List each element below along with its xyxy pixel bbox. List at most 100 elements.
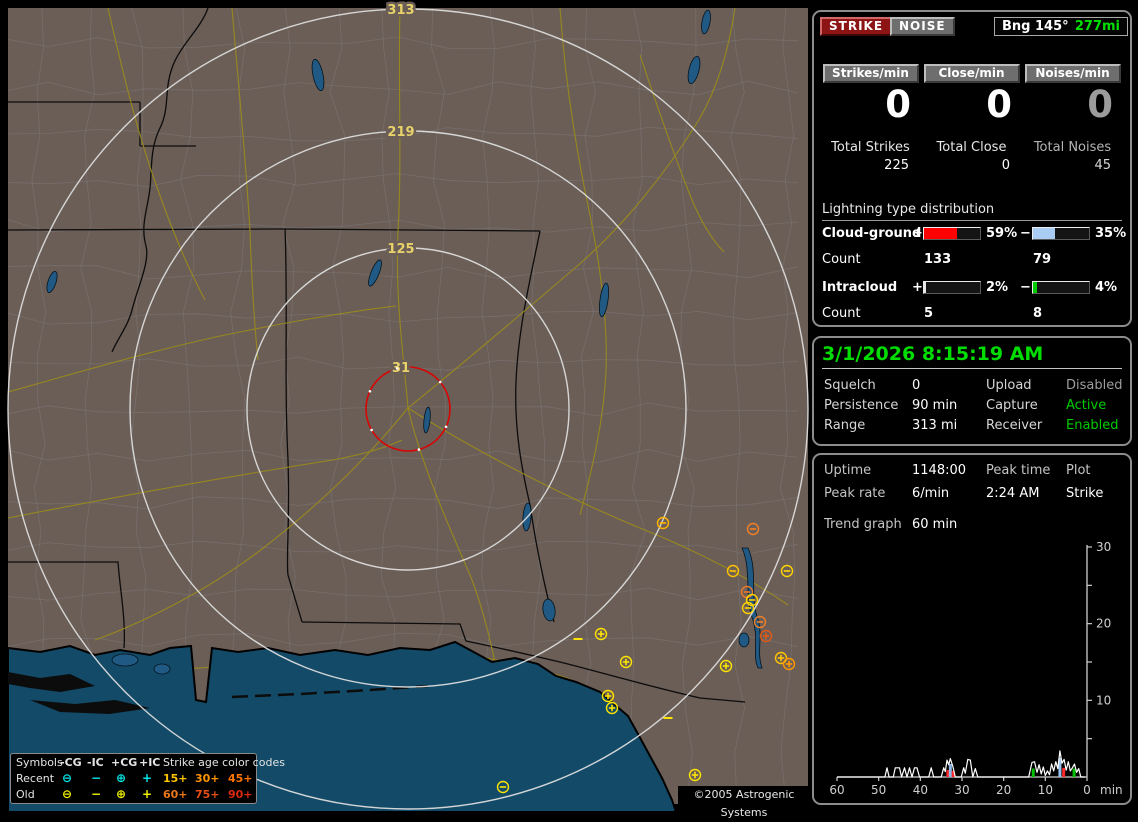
trend-marker-bar [1031,768,1035,777]
strikes-column: Strikes/min 0 Total Strikes 225 [820,64,921,184]
status-row: Persistence 90 min Capture Active [814,398,1130,415]
cg-positive-bar [923,227,981,240]
cloud-ground-row: Cloud-ground + 59% − 35% [814,226,1130,242]
range-value: 313 mi [912,418,958,433]
squelch-label: Squelch [824,378,876,393]
ic-positive-bar [923,281,981,294]
ring-label-31: 31 [392,361,410,376]
plot-label: Plot [1066,463,1091,478]
legend-row-old: Old [16,788,35,801]
total-close-label: Total Close [936,140,1007,155]
legend-col-+cg: +CG [111,756,138,769]
uptime-label: Uptime [824,463,872,478]
bearing-label: Bng 145° [1002,19,1069,34]
trend-graph: 10 20 30 60 50 40 30 20 10 0 min [829,540,1123,797]
close-per-min-button[interactable]: Close/min [923,64,1020,83]
close-per-min-value: 0 [986,83,1012,126]
receiver-label: Receiver [986,418,1043,433]
capture-label: Capture [986,398,1038,413]
capture-status: Active [1066,398,1107,413]
total-strikes-value: 225 [884,158,909,173]
recent-cg-minus-icon: ⊖ [62,771,73,785]
status-panel: 3/1/2026 8:15:19 AM Squelch 0 Upload Dis… [812,336,1132,446]
intracloud-label: Intracloud [822,280,898,295]
cg-negative-count: 79 [1033,252,1052,267]
trend-y-tick: 30 [1096,540,1111,554]
ic-positive-pct: 2% [986,280,1009,295]
symbol-legend: Symbols -CG -IC +CG +IC Strike age color… [10,753,285,804]
total-close-value: 0 [1001,158,1010,173]
strikes-per-min-value: 0 [885,83,911,126]
strike-stats-panel: STRIKE NOISE Bng 145° 277mi Strikes/min … [812,10,1132,327]
legend-row-recent: Recent [16,772,55,785]
age-60: 60+ [163,788,188,801]
ic-negative-pct: 4% [1095,280,1118,295]
intracloud-count-row: Count 5 8 [814,306,1130,322]
ring-label-219: 219 [387,125,414,140]
upload-label: Upload [986,378,1032,393]
count-label: Count [822,306,861,321]
recent-ic-plus-icon: + [142,771,153,785]
age-45: 45+ [228,772,253,785]
strikes-per-min-button[interactable]: Strikes/min [822,64,919,83]
intracloud-row: Intracloud + 2% − 4% [814,280,1130,296]
peak-rate-label: Peak rate [824,486,886,501]
cloud-ground-label: Cloud-ground [822,226,922,241]
legend-col--cg: -CG [60,756,82,769]
trend-graph-label: Trend graph [824,517,902,532]
age-30: 30+ [195,772,220,785]
app-window: 313 219 125 31 Symbols -CG -IC +CG +IC Stri… [0,0,1138,819]
lightning-map[interactable]: 313 219 125 31 Symbols -CG -IC +CG +IC Stri… [0,0,810,819]
trend-x-tick: 20 [996,783,1011,797]
trend-y-tick: 10 [1096,693,1111,707]
trend-x-unit: min [1100,783,1123,797]
noises-per-min-button[interactable]: Noises/min [1024,64,1121,83]
minus-sign: − [1020,280,1031,295]
peak-time-label: Peak time [986,463,1051,478]
ring-label-125: 125 [387,242,414,257]
trend-graph-value: 60 min [912,517,958,532]
legend-col-+ic: +IC [139,756,161,769]
total-noises-label: Total Noises [1033,140,1112,155]
copyright-label: ©2005 Astrogenic Systems [678,786,810,819]
status-row: Squelch 0 Upload Disabled [814,378,1130,395]
cg-negative-pct: 35% [1095,226,1127,241]
plus-sign: + [912,226,923,241]
rate-columns: Strikes/min 0 Total Strikes 225 Close/mi… [820,64,1124,184]
old-cg-plus-icon: ⊕ [116,787,127,801]
cloud-ground-count-row: Count 133 79 [814,252,1130,268]
age-15: 15+ [163,772,188,785]
range-label: Range [824,418,866,433]
trend-panel: Uptime 1148:00 Peak time Plot Peak rate … [812,453,1132,805]
status-row: Range 313 mi Receiver Enabled [814,418,1130,435]
trend-marker-bar [948,763,952,777]
persistence-value: 90 min [912,398,958,413]
ring-label-313: 313 [387,3,414,18]
trend-line-strikes-per-min [837,750,1085,778]
age-75: 75+ [195,788,220,801]
distribution-title: Lightning type distribution [822,202,1122,221]
ic-negative-bar [1032,281,1090,294]
noise-mode-button[interactable]: NOISE [890,17,955,36]
trend-x-tick: 10 [1038,783,1053,797]
uptime-row: Uptime 1148:00 Peak time Plot [814,463,1130,480]
trend-marker-bar [1062,767,1066,777]
noises-per-min-value: 0 [1087,83,1113,126]
recent-ic-minus-icon: − [91,771,102,785]
noises-column: Noises/min 0 Total Noises 45 [1022,64,1123,184]
trend-x-tick: 30 [954,783,969,797]
close-column: Close/min 0 Total Close 0 [921,64,1022,184]
trend-graph-row: Trend graph 60 min [814,517,1130,534]
plot-value: Strike [1066,486,1104,501]
map-canvas[interactable]: 313 219 125 31 [0,0,810,812]
persistence-label: Persistence [824,398,899,413]
bearing-distance: 277mi [1074,19,1120,34]
ic-positive-count: 5 [924,306,934,321]
strike-mode-button[interactable]: STRIKE [820,17,893,36]
ic-negative-count: 8 [1033,306,1043,321]
trend-marker-bar [1072,768,1076,777]
plus-sign: + [912,280,923,295]
minus-sign: − [1020,226,1031,241]
upload-status: Disabled [1066,378,1123,393]
cg-negative-bar [1032,227,1090,240]
